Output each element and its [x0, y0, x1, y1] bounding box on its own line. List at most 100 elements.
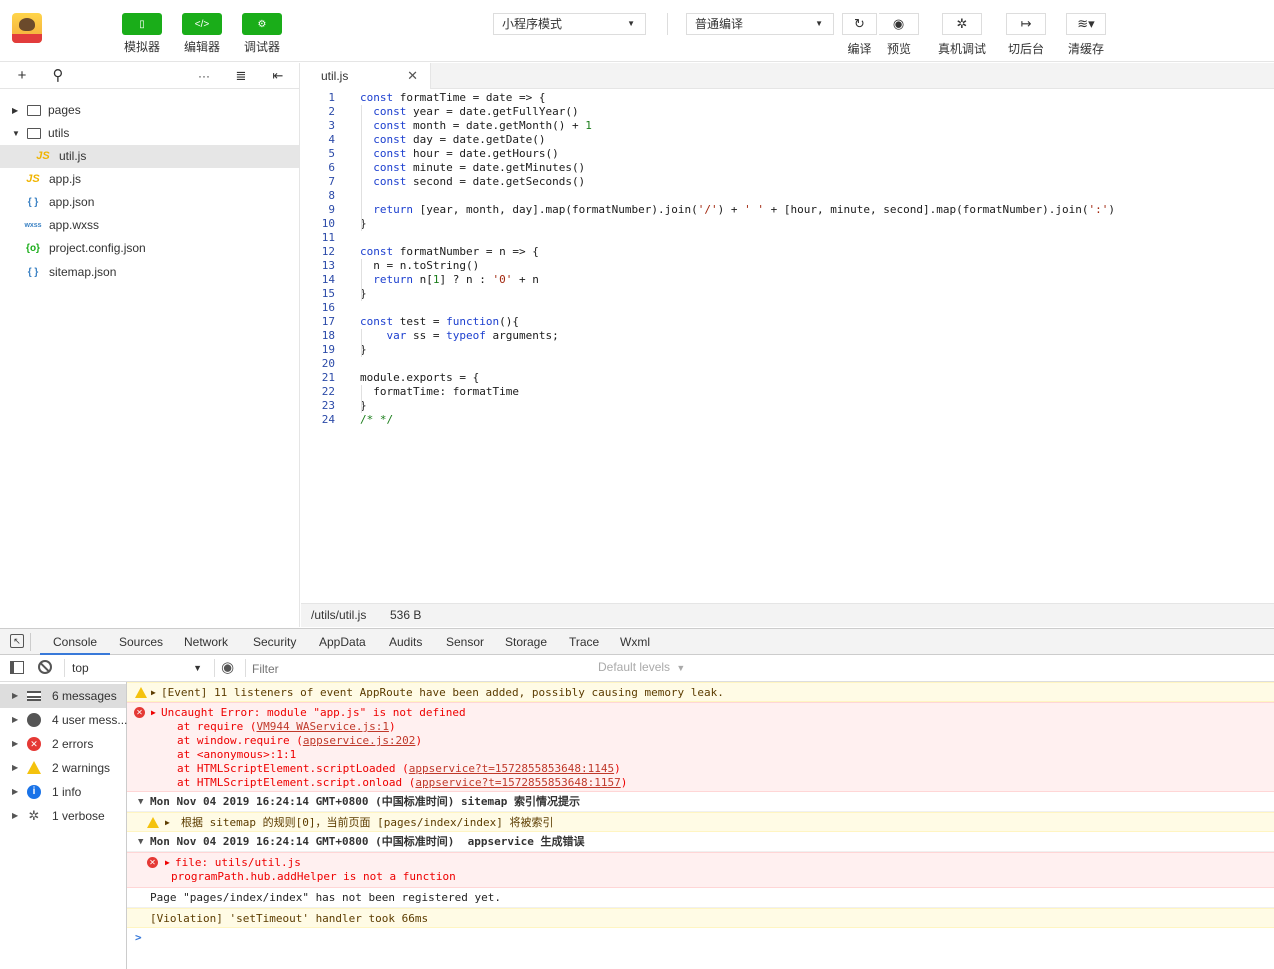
console-prompt[interactable]: > [127, 928, 1274, 948]
mode-select[interactable]: 小程序模式 ▼ [493, 13, 646, 35]
code-line[interactable]: 5 const hour = date.getHours() [301, 147, 1274, 161]
sidebar-item-warning[interactable]: ▶ 2 warnings [0, 756, 126, 780]
context-select[interactable]: top ▼ [72, 660, 206, 677]
code-line[interactable]: 8 [301, 189, 1274, 203]
console-group-appservice[interactable]: ▼ Mon Nov 04 2019 16:24:14 GMT+0800 (中国标… [127, 832, 1274, 852]
sort-icon[interactable]: ≣ [231, 63, 251, 89]
expand-arrow-icon[interactable]: ▶ [151, 706, 156, 720]
chevron-right-icon[interactable]: ▶ [12, 804, 18, 828]
eye-icon[interactable]: ◉ [221, 660, 234, 676]
code-line[interactable]: 15} [301, 287, 1274, 301]
code-line[interactable]: 19} [301, 343, 1274, 357]
console-message-violation[interactable]: [Violation] 'setTimeout' handler took 66… [127, 908, 1274, 928]
tab-appdata[interactable]: AppData [319, 629, 366, 655]
stack-frame-link[interactable]: VM944 WAService.js:1 [256, 720, 388, 733]
tab-network[interactable]: Network [184, 629, 228, 655]
clear-console-icon[interactable] [38, 660, 52, 674]
chevron-right-icon[interactable]: ▶ [12, 684, 18, 708]
console-message-log[interactable]: Page "pages/index/index" has not been re… [127, 888, 1274, 908]
add-icon[interactable]: + [12, 63, 32, 89]
code-editor[interactable]: 1 const formatTime = date => {2 const yea… [301, 89, 1274, 603]
code-line[interactable]: 10} [301, 217, 1274, 231]
sidebar-item-error[interactable]: ▶ ✕ 2 errors [0, 732, 126, 756]
tree-item-app-json[interactable]: { } app.json [0, 191, 299, 214]
expand-arrow-icon[interactable]: ▶ [165, 856, 170, 870]
sidebar-item-info[interactable]: ▶ i 1 info [0, 780, 126, 804]
code-line[interactable]: 20 [301, 357, 1274, 371]
code-line[interactable]: 13 n = n.toString() [301, 259, 1274, 273]
more-icon[interactable]: ··· [194, 63, 214, 89]
tab-trace[interactable]: Trace [569, 629, 599, 655]
chevron-down-icon[interactable]: ▼ [12, 122, 20, 145]
chevron-right-icon[interactable]: ▶ [12, 99, 18, 122]
stack-frame-link[interactable]: appservice?t=1572855853648:1145 [409, 762, 614, 775]
code-line[interactable]: 6 const minute = date.getMinutes() [301, 161, 1274, 175]
chevron-right-icon[interactable]: ▶ [12, 708, 18, 732]
preview-button[interactable]: ◉ 预览 [879, 13, 919, 57]
tree-item-app-wxss[interactable]: wxss app.wxss [0, 214, 299, 237]
collapse-icon[interactable]: ⇤ [268, 63, 288, 89]
tree-item-pages[interactable]: ▶ pages [0, 99, 299, 122]
sidebar-item-list[interactable]: ▶ 6 messages [0, 684, 126, 708]
levels-select[interactable]: Default levels ▼ [598, 660, 685, 674]
remote-debug-button[interactable]: ✲ 真机调试 [938, 13, 986, 57]
debugger-button[interactable]: ⚙ 调试器 [242, 13, 282, 54]
close-icon[interactable]: ✕ [407, 63, 418, 89]
sidebar-item-verbose[interactable]: ▶ ✲ 1 verbose [0, 804, 126, 828]
code-line[interactable]: 9 return [year, month, day].map(formatNu… [301, 203, 1274, 217]
line-number: 17 [321, 315, 335, 328]
editor-tab-util-js[interactable]: util.js ✕ [301, 63, 431, 89]
tree-item-sitemap-json[interactable]: { } sitemap.json [0, 261, 299, 284]
code-line[interactable]: 12 const formatNumber = n => { [301, 245, 1274, 259]
chevron-right-icon[interactable]: ▶ [12, 732, 18, 756]
console-group-sitemap[interactable]: ▼ Mon Nov 04 2019 16:24:14 GMT+0800 (中国标… [127, 792, 1274, 812]
background-button[interactable]: ↦ 切后台 [1006, 13, 1046, 57]
tab-storage[interactable]: Storage [505, 629, 547, 655]
clear-cache-button[interactable]: ≋▾ 清缓存 [1066, 13, 1106, 57]
toggle-sidebar-icon[interactable] [10, 661, 24, 674]
tab-security[interactable]: Security [253, 629, 296, 655]
code-line[interactable]: 21 module.exports = { [301, 371, 1274, 385]
code-line[interactable]: 22 formatTime: formatTime [301, 385, 1274, 399]
code-line[interactable]: 16 [301, 301, 1274, 315]
tree-item-project-config-json[interactable]: {o} project.config.json [0, 237, 299, 260]
tab-sources[interactable]: Sources [119, 629, 163, 655]
stack-frame-link[interactable]: appservice?t=1572855853648:1157 [415, 776, 620, 789]
code-line[interactable]: 23} [301, 399, 1274, 413]
tree-item-util-js[interactable]: JS util.js [0, 145, 299, 168]
filter-input[interactable] [252, 659, 592, 678]
search-icon[interactable]: ⚲ [48, 63, 68, 89]
tree-item-app-js[interactable]: JS app.js [0, 168, 299, 191]
console-message-error[interactable]: ✕ ▶ Uncaught Error: module "app.js" is n… [127, 702, 1274, 792]
compile-button[interactable]: ↻ 编译 [842, 13, 877, 57]
code-line[interactable]: 3 const month = date.getMonth() + 1 [301, 119, 1274, 133]
code-line[interactable]: 17 const test = function(){ [301, 315, 1274, 329]
code-line[interactable]: 7 const second = date.getSeconds() [301, 175, 1274, 189]
code-line[interactable]: 18 var ss = typeof arguments; [301, 329, 1274, 343]
editor-button[interactable]: </> 编辑器 [182, 13, 222, 54]
tab-sensor[interactable]: Sensor [446, 629, 484, 655]
tab-wxml[interactable]: Wxml [620, 629, 650, 655]
stack-frame-link[interactable]: appservice.js:202 [303, 734, 416, 747]
code-line[interactable]: 4 const day = date.getDate() [301, 133, 1274, 147]
code-line[interactable]: 1 const formatTime = date => { [301, 91, 1274, 105]
sidebar-item-user[interactable]: ▶ 4 user mess... [0, 708, 127, 732]
code-line[interactable]: 11 [301, 231, 1274, 245]
console-message-warning[interactable]: ▶ 根据 sitemap 的规则[0]，当前页面 [pages/index/in… [127, 812, 1274, 832]
code-line[interactable]: 2 const year = date.getFullYear() [301, 105, 1274, 119]
inspect-icon[interactable]: ↖ [10, 634, 24, 648]
console-message-error[interactable]: ✕ ▶ file: utils/util.js programPath.hub.… [127, 852, 1274, 888]
console-message-warning[interactable]: ▶ [Event] 11 listeners of event AppRoute… [127, 682, 1274, 702]
expand-arrow-icon[interactable]: ▶ [151, 686, 156, 700]
tab-audits[interactable]: Audits [389, 629, 422, 655]
tree-item-utils[interactable]: ▼ utils [0, 122, 299, 145]
code-line[interactable]: 24 /* */ [301, 413, 1274, 427]
compile-select[interactable]: 普通编译 ▼ [686, 13, 834, 35]
tab-console[interactable]: Console [40, 629, 111, 655]
expand-arrow-icon[interactable]: ▶ [165, 816, 170, 830]
chevron-right-icon[interactable]: ▶ [12, 780, 18, 804]
code-line[interactable]: 14 return n[1] ? n : '0' + n [301, 273, 1274, 287]
app-logo[interactable] [12, 13, 42, 43]
chevron-right-icon[interactable]: ▶ [12, 756, 18, 780]
simulator-button[interactable]: ▯ 模拟器 [122, 13, 162, 54]
